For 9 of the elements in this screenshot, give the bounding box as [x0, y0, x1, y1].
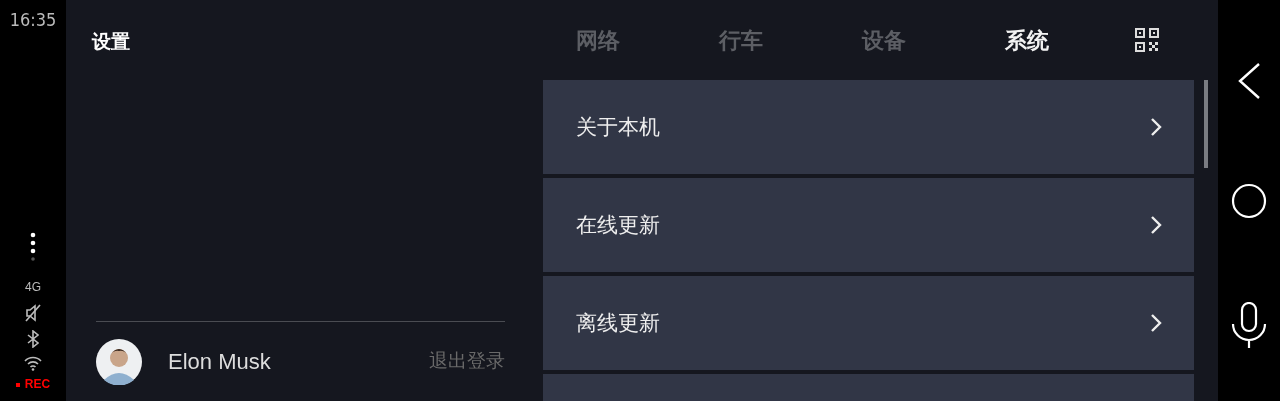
menu-item[interactable]: 关于本机 — [543, 80, 1194, 174]
menu-item[interactable]: 离线更新 — [543, 276, 1194, 370]
page-title: 设置 — [92, 31, 130, 52]
tab[interactable]: 系统 — [972, 23, 1115, 57]
network-indicator: 4G — [25, 279, 41, 296]
menu-item[interactable]: 在线更新 — [543, 178, 1194, 272]
user-name: Elon Musk — [168, 348, 271, 376]
recording-label: REC — [24, 377, 51, 391]
clock: 16:35 — [9, 8, 57, 32]
